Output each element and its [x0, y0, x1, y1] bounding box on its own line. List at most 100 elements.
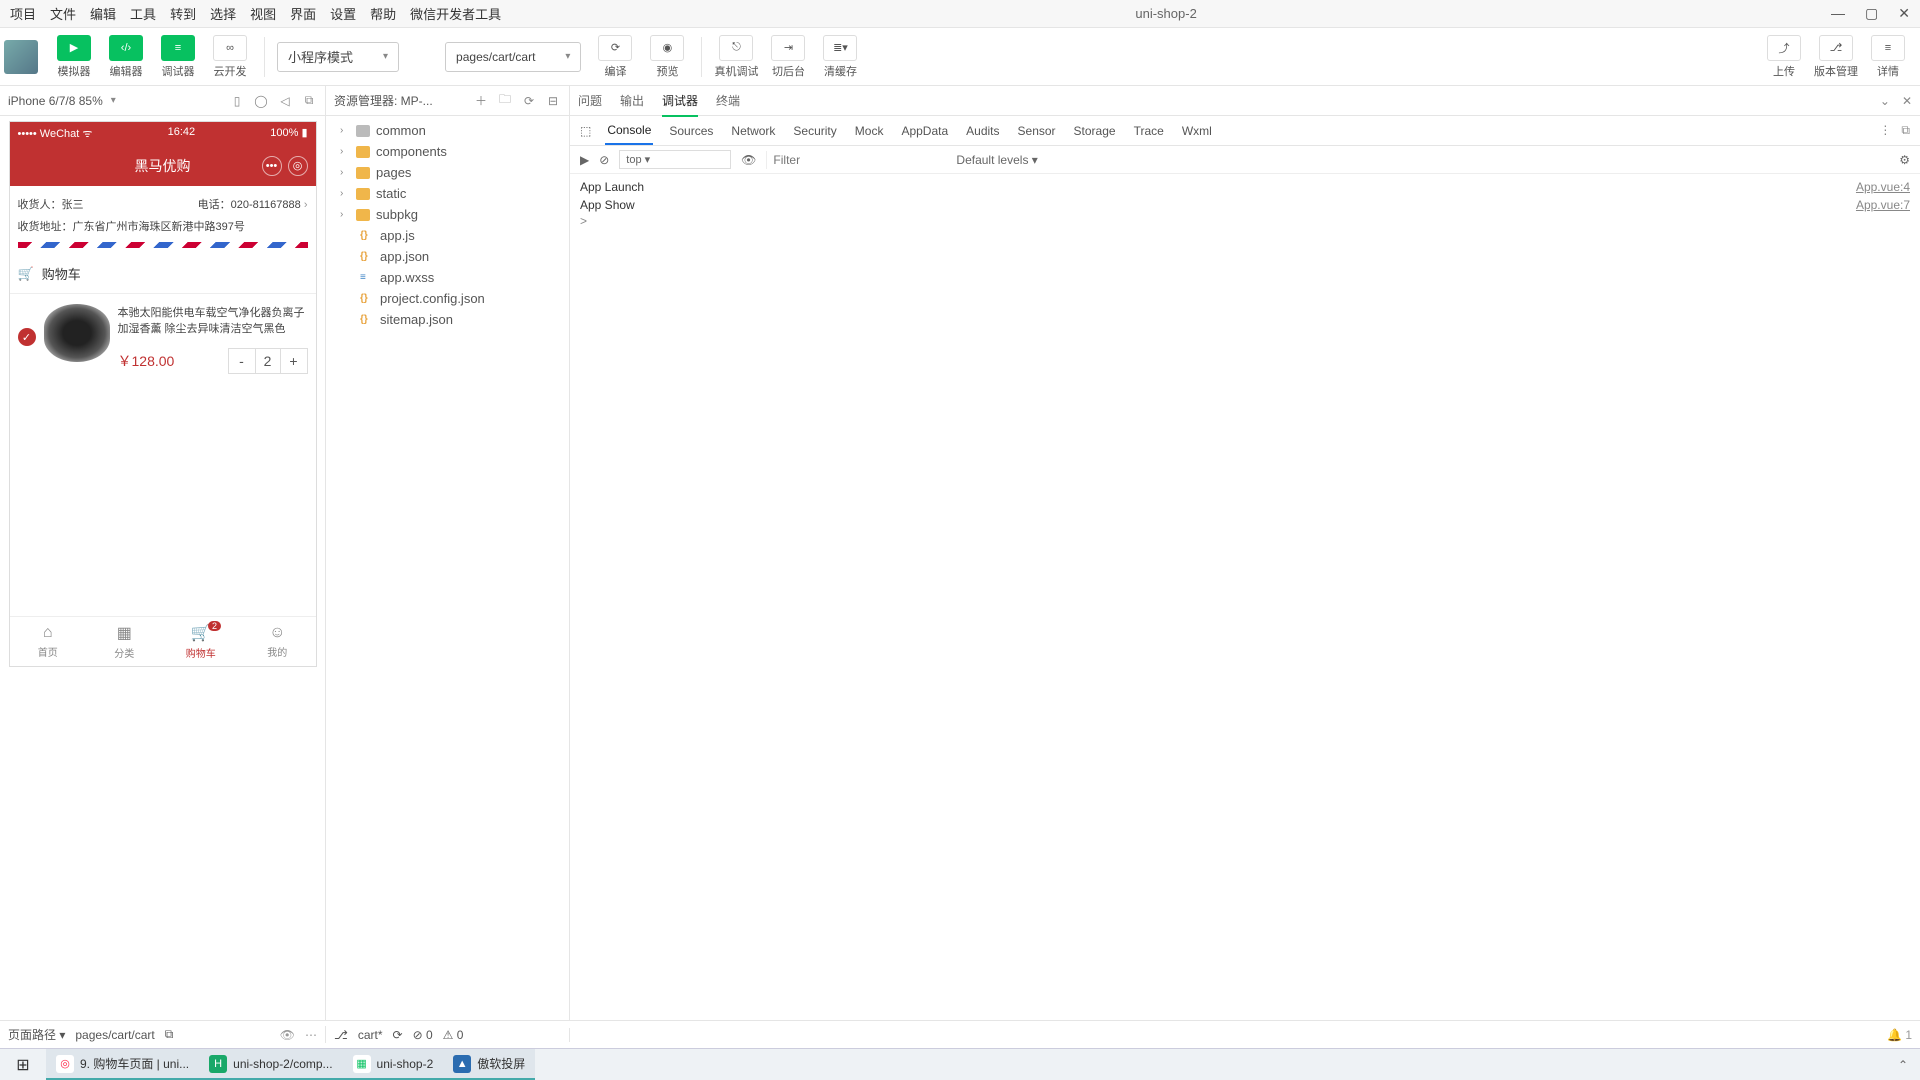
- devtools-more-icon[interactable]: ⋮: [1879, 123, 1891, 138]
- page-path-label[interactable]: 页面路径 ▾: [8, 1026, 65, 1043]
- background-button[interactable]: ⇥切后台: [766, 35, 810, 79]
- refresh-icon[interactable]: ⟳: [521, 94, 537, 108]
- more-icon[interactable]: ⋯: [305, 1028, 317, 1042]
- devtab-mock[interactable]: Mock: [853, 118, 886, 144]
- device-select[interactable]: iPhone 6/7/8 85%: [8, 94, 103, 108]
- clearcache-button[interactable]: ≣▾清缓存: [818, 35, 862, 79]
- menu-goto[interactable]: 转到: [170, 4, 196, 23]
- devtab-network[interactable]: Network: [729, 118, 777, 144]
- bell-icon[interactable]: 🔔 1: [1887, 1028, 1912, 1042]
- devtab-console[interactable]: Console: [605, 117, 653, 145]
- window-minimize[interactable]: —: [1831, 5, 1845, 22]
- start-button[interactable]: ⊞: [0, 1049, 46, 1080]
- menu-project[interactable]: 项目: [10, 4, 36, 23]
- file-app-js[interactable]: {}app.js: [326, 225, 569, 246]
- device-popout-icon[interactable]: ⧉: [301, 93, 317, 108]
- folder-pages[interactable]: ›pages: [326, 162, 569, 183]
- copy-icon[interactable]: ⧉: [165, 1027, 174, 1042]
- console-play-icon[interactable]: ▶: [580, 153, 589, 167]
- menu-edit[interactable]: 编辑: [90, 4, 116, 23]
- panel-tab-output[interactable]: 输出: [620, 92, 644, 109]
- mode-dropdown[interactable]: 小程序模式▾: [277, 42, 399, 72]
- qty-minus-button[interactable]: -: [229, 349, 255, 373]
- window-close[interactable]: ✕: [1898, 5, 1910, 22]
- devtab-audits[interactable]: Audits: [964, 118, 1001, 144]
- console-prompt[interactable]: >: [580, 214, 1910, 228]
- address-card[interactable]: 收货人：张三 电话：020-81167888 › 收货地址：广东省广州市海珠区新…: [10, 186, 316, 254]
- capsule-close-icon[interactable]: ◎: [288, 156, 308, 176]
- folder-static[interactable]: ›static: [326, 183, 569, 204]
- debugger-button[interactable]: ≡调试器: [156, 35, 200, 79]
- upload-button[interactable]: ⤴上传: [1762, 35, 1806, 79]
- git-branch[interactable]: cart*: [358, 1028, 383, 1042]
- panel-tab-problems[interactable]: 问题: [578, 92, 602, 109]
- menu-settings[interactable]: 设置: [330, 4, 356, 23]
- menu-file[interactable]: 文件: [50, 4, 76, 23]
- tab-category[interactable]: ▦分类: [86, 617, 163, 666]
- console-settings-icon[interactable]: ⚙: [1899, 153, 1910, 167]
- realdevice-button[interactable]: ⎋真机调试: [714, 35, 758, 79]
- simulator-button[interactable]: ▶模拟器: [52, 35, 96, 79]
- devtab-trace[interactable]: Trace: [1132, 118, 1166, 144]
- panel-tab-terminal[interactable]: 终端: [716, 92, 740, 109]
- taskbar-item[interactable]: Huni-shop-2/comp...: [199, 1049, 342, 1080]
- qty-plus-button[interactable]: +: [281, 349, 307, 373]
- file-app-wxss[interactable]: ≡app.wxss: [326, 267, 569, 288]
- folder-components[interactable]: ›components: [326, 141, 569, 162]
- devtab-sources[interactable]: Sources: [667, 118, 715, 144]
- console-context-select[interactable]: top ▾: [619, 150, 731, 169]
- eye-icon[interactable]: 👁: [280, 1028, 295, 1042]
- menu-interface[interactable]: 界面: [290, 4, 316, 23]
- devtab-storage[interactable]: Storage: [1072, 118, 1118, 144]
- devtab-security[interactable]: Security: [791, 118, 838, 144]
- tab-home[interactable]: ⌂首页: [10, 617, 87, 666]
- taskbar-item[interactable]: ◎9. 购物车页面 | uni...: [46, 1049, 199, 1080]
- menu-help[interactable]: 帮助: [370, 4, 396, 23]
- file-app-json[interactable]: {}app.json: [326, 246, 569, 267]
- folder-subpkg[interactable]: ›subpkg: [326, 204, 569, 225]
- item-check-icon[interactable]: ✓: [18, 328, 36, 346]
- file-project-config[interactable]: {}project.config.json: [326, 288, 569, 309]
- panel-close-icon[interactable]: ✕: [1902, 94, 1912, 108]
- taskbar-item[interactable]: ▲傲软投屏: [443, 1049, 535, 1080]
- menu-tools[interactable]: 工具: [130, 4, 156, 23]
- capsule-menu-icon[interactable]: •••: [262, 156, 282, 176]
- page-dropdown[interactable]: pages/cart/cart▾: [445, 42, 581, 72]
- menu-view[interactable]: 视图: [250, 4, 276, 23]
- console-filter-input[interactable]: [766, 151, 946, 169]
- new-file-icon[interactable]: ＋: [473, 92, 489, 109]
- version-button[interactable]: ⎇版本管理: [1814, 35, 1858, 79]
- device-portrait-icon[interactable]: ▯: [229, 94, 245, 108]
- user-avatar[interactable]: [4, 40, 38, 74]
- cloud-dev-button[interactable]: ∞云开发: [208, 35, 252, 79]
- console-eye-icon[interactable]: 👁: [741, 153, 756, 167]
- tray-chevron-icon[interactable]: ⌃: [1898, 1058, 1908, 1072]
- devtab-appdata[interactable]: AppData: [899, 118, 950, 144]
- console-levels-select[interactable]: Default levels ▾: [956, 153, 1037, 167]
- device-record-icon[interactable]: ◯: [253, 94, 269, 108]
- error-count[interactable]: ⊘ 0: [413, 1028, 433, 1042]
- console-clear-icon[interactable]: ⊘: [599, 153, 609, 167]
- panel-chevron-icon[interactable]: ⌄: [1880, 94, 1890, 108]
- system-tray[interactable]: ⌃: [1886, 1049, 1920, 1080]
- file-sitemap[interactable]: {}sitemap.json: [326, 309, 569, 330]
- taskbar-item[interactable]: ▦uni-shop-2: [343, 1049, 444, 1080]
- menu-select[interactable]: 选择: [210, 4, 236, 23]
- detail-button[interactable]: ≡详情: [1866, 35, 1910, 79]
- editor-button[interactable]: ‹/›编辑器: [104, 35, 148, 79]
- console-source-link[interactable]: App.vue:7: [1856, 198, 1910, 212]
- devtab-wxml[interactable]: Wxml: [1180, 118, 1214, 144]
- tab-me[interactable]: ☺我的: [239, 617, 316, 666]
- devtools-dock-icon[interactable]: ⧉: [1901, 123, 1910, 138]
- git-sync-icon[interactable]: ⟳: [393, 1028, 403, 1042]
- console-source-link[interactable]: App.vue:4: [1856, 180, 1910, 194]
- panel-tab-debugger[interactable]: 调试器: [662, 92, 698, 117]
- compile-button[interactable]: ⟳编译: [593, 35, 637, 79]
- item-image[interactable]: [44, 304, 110, 362]
- collapse-icon[interactable]: ⊟: [545, 94, 561, 108]
- window-maximize[interactable]: ▢: [1865, 5, 1878, 22]
- menu-wxdevtools[interactable]: 微信开发者工具: [410, 4, 501, 23]
- warning-count[interactable]: ⚠ 0: [443, 1028, 464, 1042]
- tab-cart[interactable]: 🛒2购物车: [163, 617, 240, 666]
- new-folder-icon[interactable]: 🗀: [497, 90, 513, 111]
